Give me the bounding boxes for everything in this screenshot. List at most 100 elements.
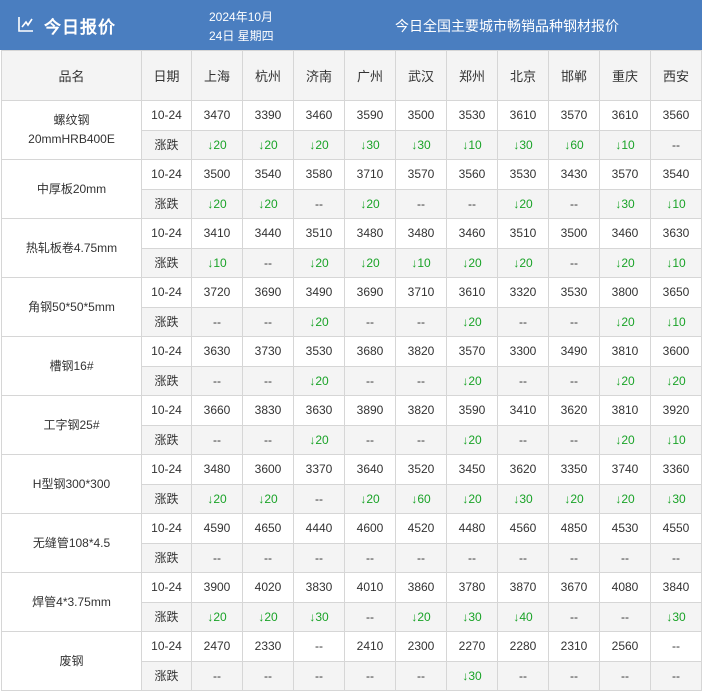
change-cell: ↓20 (446, 365, 498, 396)
price-date: 10-24 (141, 631, 192, 662)
change-cell: ↓20 (242, 188, 294, 219)
change-cell: ↓30 (446, 660, 498, 691)
price-cell: 3710 (344, 159, 396, 190)
change-cell: ↓20 (242, 601, 294, 632)
change-cell: ↓20 (548, 483, 600, 514)
table-header-row: 品名 日期 上海 杭州 济南 广州 武汉 郑州 北京 邯郸 重庆 西安 (1, 50, 702, 101)
change-cell: -- (242, 542, 294, 573)
change-label: 涨跌 (141, 601, 192, 632)
price-cell: 3570 (548, 100, 600, 131)
change-label: 涨跌 (141, 306, 192, 337)
date-day: 24日 星期四 (209, 29, 274, 43)
change-cell: ↓20 (293, 129, 345, 160)
change-cell: ↓30 (497, 129, 549, 160)
table-row-price: 工字钢25# 10-24 3660 3830 3630 3890 3820 3590 3410 3… (1, 395, 702, 455)
table-row-price: 热轧板卷4.75mm 10-24 3410 3440 3510 3480 3480 3460 3… (1, 218, 702, 278)
change-cell: ↓20 (293, 424, 345, 455)
price-cell: 3650 (650, 277, 702, 308)
change-cell: -- (191, 365, 243, 396)
price-cell: 3360 (650, 454, 702, 485)
price-cell: 3490 (548, 336, 600, 367)
change-cell: -- (497, 542, 549, 573)
change-cell: -- (497, 660, 549, 691)
change-cell: -- (242, 424, 294, 455)
table-row-price: 角钢50*50*5mm 10-24 3720 3690 3490 3690 3710 3610… (1, 277, 702, 337)
price-cell: 3600 (650, 336, 702, 367)
price-cell: 3590 (446, 395, 498, 426)
header-bar: 今日报价 2024年10月 24日 星期四 今日全国主要城市畅销品种钢材报价 (0, 0, 702, 50)
column-header-city: 西安 (650, 50, 702, 101)
table-row-price: 螺纹钢 20mmHRB400E 10-24 3470 3390 3460 3590 3500 3… (1, 100, 702, 160)
price-cell: 3840 (650, 572, 702, 603)
price-cell: 3440 (242, 218, 294, 249)
price-cell: 3680 (344, 336, 396, 367)
change-cell: -- (242, 247, 294, 278)
price-cell: 3690 (344, 277, 396, 308)
column-header-city: 上海 (191, 50, 243, 101)
change-cell: -- (446, 542, 498, 573)
price-cell: 3530 (548, 277, 600, 308)
price-cell: 3530 (497, 159, 549, 190)
price-cell: 3630 (191, 336, 243, 367)
change-cell: -- (548, 660, 600, 691)
change-cell: ↓20 (446, 306, 498, 337)
change-cell: -- (497, 306, 549, 337)
price-date: 10-24 (141, 218, 192, 249)
change-label: 涨跌 (141, 365, 192, 396)
change-cell: -- (242, 306, 294, 337)
product-name: 无缝管108*4.5 (1, 513, 142, 573)
price-cell: 3620 (497, 454, 549, 485)
change-cell: ↓20 (446, 247, 498, 278)
change-label: 涨跌 (141, 542, 192, 573)
price-cell: 3860 (395, 572, 447, 603)
price-cell: 3500 (191, 159, 243, 190)
change-cell: -- (650, 129, 702, 160)
price-cell: 3630 (293, 395, 345, 426)
change-cell: -- (548, 247, 600, 278)
price-date: 10-24 (141, 100, 192, 131)
change-label: 涨跌 (141, 483, 192, 514)
change-cell: ↓10 (446, 129, 498, 160)
product-name: H型钢300*300 (1, 454, 142, 514)
change-cell: ↓40 (497, 601, 549, 632)
change-cell: ↓20 (242, 483, 294, 514)
product-name: 中厚板20mm (1, 159, 142, 219)
column-header-city: 北京 (497, 50, 549, 101)
price-cell: 3460 (446, 218, 498, 249)
change-cell: -- (293, 660, 345, 691)
change-cell: ↓20 (293, 306, 345, 337)
change-cell: ↓20 (650, 365, 702, 396)
price-cell: 3820 (395, 395, 447, 426)
price-cell: 3610 (497, 100, 549, 131)
change-cell: ↓20 (293, 365, 345, 396)
price-cell: 3560 (446, 159, 498, 190)
price-cell: 3530 (446, 100, 498, 131)
product-name: 热轧板卷4.75mm (1, 218, 142, 278)
price-cell: 3410 (497, 395, 549, 426)
price-cell: 3300 (497, 336, 549, 367)
price-cell: 4590 (191, 513, 243, 544)
change-cell: ↓30 (650, 601, 702, 632)
change-cell: -- (548, 306, 600, 337)
change-cell: -- (395, 306, 447, 337)
change-cell: -- (497, 365, 549, 396)
price-cell: 4600 (344, 513, 396, 544)
price-cell: 3570 (599, 159, 651, 190)
change-cell: ↓20 (446, 424, 498, 455)
change-cell: -- (446, 188, 498, 219)
price-cell: 2470 (191, 631, 243, 662)
price-cell: 4010 (344, 572, 396, 603)
change-label: 涨跌 (141, 660, 192, 691)
column-header-city: 邯郸 (548, 50, 600, 101)
price-table: 品名 日期 上海 杭州 济南 广州 武汉 郑州 北京 邯郸 重庆 西安 螺纹钢 2… (1, 50, 702, 691)
price-cell: 3810 (599, 336, 651, 367)
price-cell: 3660 (191, 395, 243, 426)
change-cell: ↓60 (395, 483, 447, 514)
change-cell: ↓10 (650, 424, 702, 455)
change-cell: ↓20 (344, 483, 396, 514)
price-cell: 3560 (650, 100, 702, 131)
price-cell: 3430 (548, 159, 600, 190)
table-row-price: 废钢 10-24 2470 2330 -- 2410 2300 2270 2280 2310 256… (1, 631, 702, 691)
column-header-city: 武汉 (395, 50, 447, 101)
price-cell: 2310 (548, 631, 600, 662)
